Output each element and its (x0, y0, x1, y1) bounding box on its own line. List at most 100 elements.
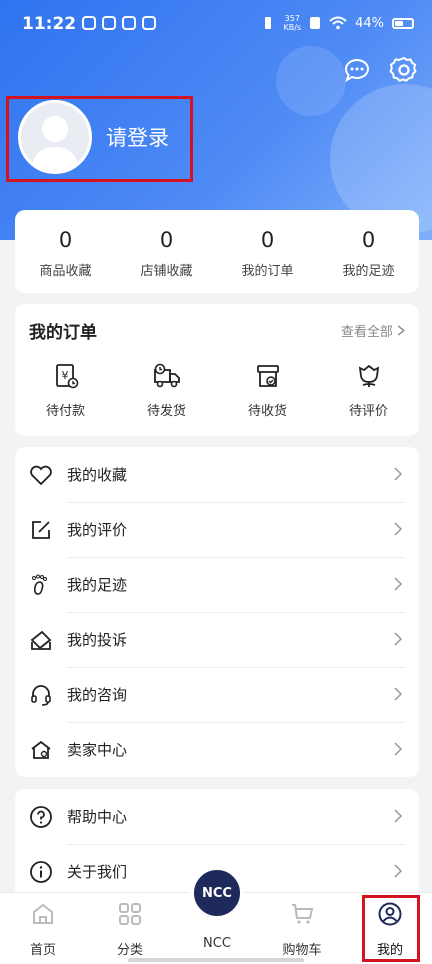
tab-mine[interactable]: 我的 (355, 901, 425, 958)
stat-label: 商品收藏 (39, 264, 92, 279)
menu-item-label: 我的足迹 (67, 576, 128, 594)
orders-title: 我的订单 (29, 323, 97, 343)
home-icon (33, 903, 53, 924)
menu-item-label: 卖家中心 (67, 741, 128, 759)
tab-label: NCC (203, 936, 231, 951)
menu-item-footprints[interactable]: 我的足迹 (15, 557, 419, 612)
tiktok-icon (122, 16, 136, 30)
view-all-label: 查看全部 (340, 325, 393, 340)
order-to-review[interactable]: 待评价 (318, 362, 419, 419)
ncc-center-button[interactable]: NCC (190, 866, 244, 920)
net-speed-unit: KB/s (283, 23, 302, 32)
net-speed: 357 KB/s (283, 14, 301, 32)
order-item-label: 待发货 (146, 404, 186, 419)
notification-app-icon (82, 16, 96, 30)
decor-bubble (276, 46, 346, 116)
stat-value: 0 (361, 228, 376, 252)
profile-icon (378, 902, 402, 926)
svg-text:¥: ¥ (61, 369, 68, 382)
tab-label: 购物车 (282, 943, 322, 958)
avatar[interactable] (18, 100, 92, 174)
box-icon (256, 365, 279, 387)
stat-label: 我的足迹 (342, 264, 395, 279)
home-indicator (128, 958, 304, 962)
cart-icon (292, 904, 314, 924)
tab-label: 我的 (376, 943, 403, 958)
status-bar: 11:22 357 KB/s 44% (0, 0, 432, 50)
tab-label: 首页 (29, 943, 56, 958)
stat-label: 店铺收藏 (140, 264, 193, 279)
ncc-logo: NCC (202, 885, 232, 901)
chevron-right-icon (397, 325, 405, 336)
battery-icon (392, 17, 414, 29)
order-item-label: 待收货 (247, 404, 287, 419)
menu-item-label: 帮助中心 (67, 808, 128, 826)
battery-percent: 44% (355, 15, 384, 31)
heart-icon (30, 465, 52, 485)
order-item-label: 待付款 (45, 404, 85, 419)
menu-item-label: 我的收藏 (67, 466, 128, 484)
message-icon[interactable] (342, 55, 372, 85)
menu-item-help-center[interactable]: 帮助中心 (15, 789, 419, 844)
tab-home[interactable]: 首页 (8, 901, 78, 958)
chevron-right-icon (394, 864, 403, 878)
sim-off-icon (310, 17, 321, 29)
menu-item-consultations[interactable]: 我的咨询 (15, 667, 419, 722)
tab-category[interactable]: 分类 (95, 901, 165, 958)
chevron-right-icon (394, 577, 403, 591)
stat-value: 0 (260, 228, 275, 252)
info-icon (30, 860, 52, 883)
menu-item-seller-center[interactable]: 卖家中心 (15, 722, 419, 777)
menu-item-label: 关于我们 (67, 863, 128, 881)
status-right: 357 KB/s 44% (261, 14, 414, 32)
stat-label: 我的订单 (241, 264, 294, 279)
chevron-right-icon (394, 809, 403, 823)
stat-value: 0 (58, 228, 73, 252)
stat-my-orders[interactable]: 0 我的订单 (217, 210, 318, 293)
menu-item-label: 我的评价 (67, 521, 128, 539)
profile-header: 11:22 357 KB/s 44% 请登录 (0, 0, 432, 240)
menu-item-reviews[interactable]: 我的评价 (15, 502, 419, 557)
settings-icon[interactable] (389, 55, 419, 85)
help-icon (30, 805, 52, 828)
pending-payment-icon: ¥ (55, 364, 78, 389)
menu-item-label: 我的投诉 (67, 631, 128, 649)
orders-card: 我的订单 查看全部 ¥ 待付款 待发货 待收货 待评价 (15, 304, 419, 436)
chevron-right-icon (394, 687, 403, 701)
menu-item-complaints[interactable]: 我的投诉 (15, 612, 419, 667)
tab-ncc[interactable]: NCC (182, 936, 252, 951)
status-time: 11:22 (22, 14, 77, 34)
default-avatar-icon (31, 116, 79, 171)
order-item-label: 待评价 (348, 404, 388, 419)
category-icon (119, 903, 141, 925)
login-link[interactable]: 请登录 (106, 122, 169, 152)
menu-item-favorites[interactable]: 我的收藏 (15, 447, 419, 502)
stat-my-footprints[interactable]: 0 我的足迹 (318, 210, 419, 293)
stat-value: 0 (159, 228, 174, 252)
chevron-right-icon (394, 632, 403, 646)
notification-app-icon (142, 16, 156, 30)
truck-icon (153, 363, 180, 388)
footprint-icon (32, 574, 47, 595)
order-pending-payment[interactable]: ¥ 待付款 (15, 362, 116, 419)
notification-icons (82, 16, 156, 30)
stat-store-favorites[interactable]: 0 店铺收藏 (116, 210, 217, 293)
flower-icon (358, 364, 379, 387)
store-icon (31, 740, 51, 759)
tab-cart[interactable]: 购物车 (267, 901, 337, 958)
stat-product-favorites[interactable]: 0 商品收藏 (15, 210, 116, 293)
tab-label: 分类 (116, 943, 143, 958)
edit-icon (32, 520, 50, 539)
wifi-icon (329, 16, 347, 30)
chevron-right-icon (394, 742, 403, 756)
menu-item-label: 我的咨询 (67, 686, 128, 704)
view-all-orders-link[interactable]: 查看全部 (341, 321, 405, 340)
headset-icon (31, 684, 51, 706)
chevron-right-icon (394, 522, 403, 536)
net-speed-value: 357 (284, 14, 300, 23)
menu-list: 我的收藏 我的评价 我的足迹 我的投诉 我的咨询 卖家中心 (15, 447, 419, 777)
order-to-ship[interactable]: 待发货 (116, 362, 217, 419)
notification-app-icon (102, 16, 116, 30)
order-to-receive[interactable]: 待收货 (217, 362, 318, 419)
vibrate-icon (265, 17, 272, 29)
